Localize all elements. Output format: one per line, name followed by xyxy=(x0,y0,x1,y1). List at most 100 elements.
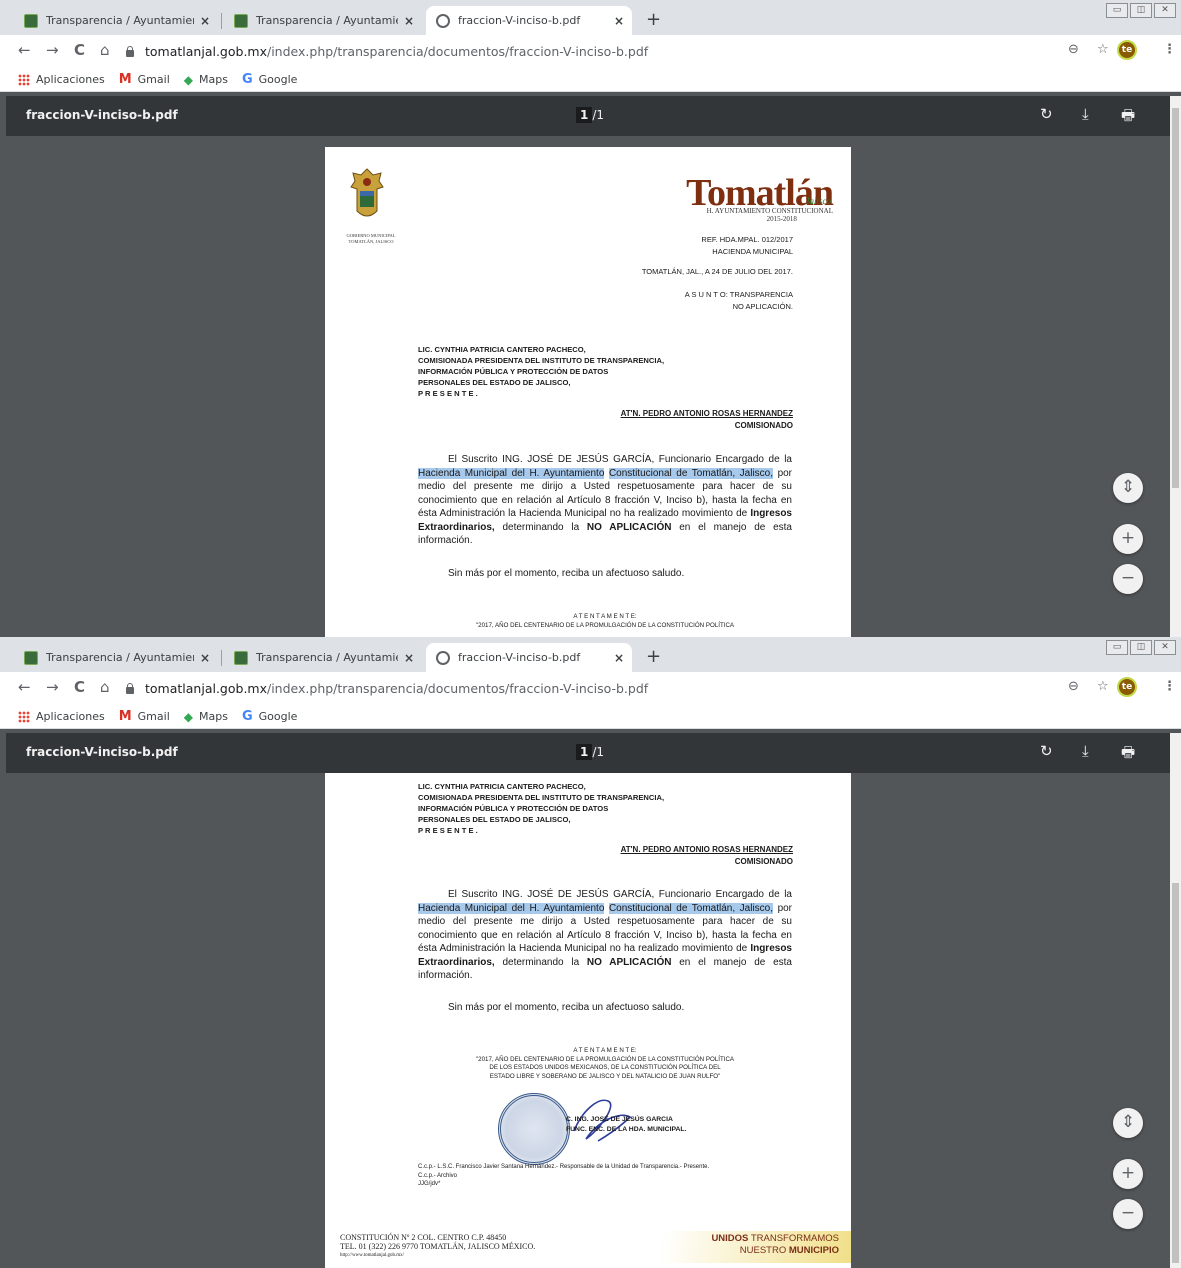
tab-transparencia-1[interactable]: Transparencia / Ayuntamiento de × xyxy=(14,643,218,672)
footer-address: CONSTITUCIÓN Nº 2 COL. CENTRO C.P. 48450… xyxy=(340,1233,536,1258)
star-icon[interactable]: ☆ xyxy=(1097,679,1109,694)
closing-line: Sin más por el momento, reciba un afectu… xyxy=(448,568,685,579)
back-button[interactable]: ← xyxy=(18,678,31,696)
tab-strip: Transparencia / Ayuntamiento de × Transp… xyxy=(0,637,1181,672)
bookmark-maps[interactable]: ◆ Maps xyxy=(184,73,228,87)
atentamente-block: A T E N T A M E N T E: "2017, AÑO DEL CEN… xyxy=(475,1047,735,1080)
address-bar[interactable]: tomatlanjal.gob.mx/index.php/transparenc… xyxy=(125,39,1085,64)
apps-icon xyxy=(18,73,30,86)
bookmark-gmail[interactable]: M Gmail xyxy=(119,709,170,724)
browser-window-top: Transparencia / Ayuntamiento de × Transp… xyxy=(0,0,1181,637)
close-window-button[interactable]: ✕ xyxy=(1154,640,1176,655)
home-button[interactable]: ⌂ xyxy=(100,678,110,696)
close-tab-icon[interactable]: × xyxy=(404,651,414,665)
tab-pdf-active[interactable]: fraccion-V-inciso-b.pdf × xyxy=(426,6,632,35)
document-date: TOMATLÁN, JAL., A 24 DE JULIO DEL 2017. xyxy=(641,267,793,276)
tab-transparencia-2[interactable]: Transparencia / Ayuntamiento de × xyxy=(224,6,422,35)
official-seal-stamp xyxy=(498,1093,570,1165)
pdf-viewport[interactable]: LIC. CYNTHIA PATRICIA CANTERO PACHECO, CO… xyxy=(6,773,1170,1268)
back-button[interactable]: ← xyxy=(18,41,31,59)
maximize-button[interactable]: ◫ xyxy=(1130,640,1152,655)
maps-icon: ◆ xyxy=(183,72,193,87)
municipality-favicon-icon xyxy=(24,650,38,665)
bookmark-gmail[interactable]: M Gmail xyxy=(119,72,170,87)
reference: REF. HDA.MPAL. 012/2017 xyxy=(701,235,793,244)
close-tab-icon[interactable]: × xyxy=(404,14,414,28)
globe-favicon-icon xyxy=(436,650,450,665)
print-icon[interactable]: 🖶 xyxy=(1121,105,1135,130)
letter-body: El Suscrito ING. JOSÉ DE JESÚS GARCÍA, F… xyxy=(418,889,793,981)
rotate-icon[interactable]: ↻ xyxy=(1040,742,1053,760)
rotate-icon[interactable]: ↻ xyxy=(1040,105,1053,123)
reload-button[interactable]: C xyxy=(74,41,85,59)
maximize-button[interactable]: ◫ xyxy=(1130,3,1152,18)
minimize-button[interactable]: ▭ xyxy=(1106,640,1128,655)
tab-transparencia-1[interactable]: Transparencia / Ayuntamiento de × xyxy=(14,6,218,35)
municipal-crest-logo xyxy=(347,167,387,223)
profile-avatar[interactable]: te xyxy=(1117,40,1137,60)
menu-icon[interactable]: ⋮ xyxy=(1163,679,1176,694)
zoom-in-button[interactable]: + xyxy=(1113,1159,1143,1189)
municipality-favicon-icon xyxy=(24,13,38,28)
zoom-in-button[interactable]: + xyxy=(1113,524,1143,554)
profile-avatar[interactable]: te xyxy=(1117,677,1137,697)
minimize-button[interactable]: ▭ xyxy=(1106,3,1128,18)
signatory: C. ING. JOSÉ DE JESÚS GARCIA FUNC. ENC. D… xyxy=(566,1116,687,1133)
home-button[interactable]: ⌂ xyxy=(100,41,110,59)
browser-toolbar: ← → C ⌂ tomatlanjal.gob.mx/index.php/tra… xyxy=(0,35,1181,68)
fit-page-button[interactable]: ⇕ xyxy=(1113,1108,1143,1138)
tab-strip: Transparencia / Ayuntamiento de × Transp… xyxy=(0,0,1181,35)
copies-list: C.c.p.- L.S.C. Francisco Javier Santana … xyxy=(418,1164,710,1187)
zoom-out-button[interactable]: − xyxy=(1113,1199,1143,1229)
bookmark-apps[interactable]: Aplicaciones xyxy=(18,73,105,86)
forward-button[interactable]: → xyxy=(46,41,59,59)
pdf-toolbar: fraccion-V-inciso-b.pdf 1/1 ↻ ⤓ 🖶 xyxy=(6,733,1170,773)
tab-transparencia-2[interactable]: Transparencia / Ayuntamiento de × xyxy=(224,643,422,672)
print-icon[interactable]: 🖶 xyxy=(1121,742,1135,767)
bookmarks-bar: Aplicaciones M Gmail ◆ Maps G Google xyxy=(0,68,1181,92)
pdf-page: LIC. CYNTHIA PATRICIA CANTERO PACHECO, CO… xyxy=(325,773,851,1268)
tab-pdf-active[interactable]: fraccion-V-inciso-b.pdf × xyxy=(426,643,632,672)
new-tab-button[interactable]: + xyxy=(646,9,661,30)
google-icon: G xyxy=(241,709,253,724)
zoom-icon[interactable]: ⊖ xyxy=(1068,679,1079,694)
bookmark-apps[interactable]: Aplicaciones xyxy=(18,710,105,723)
apps-icon xyxy=(18,710,30,723)
pdf-viewport[interactable]: GOBIERNO MUNICIPAL TOMATLÁN, JALISCO Toma… xyxy=(6,136,1170,637)
star-icon[interactable]: ☆ xyxy=(1097,42,1109,57)
closing-line: Sin más por el momento, reciba un afectu… xyxy=(448,1002,685,1013)
browser-window-bottom: Transparencia / Ayuntamiento de × Transp… xyxy=(0,637,1181,1268)
new-tab-button[interactable]: + xyxy=(646,646,661,667)
pdf-filename: fraccion-V-inciso-b.pdf xyxy=(26,108,178,122)
maps-icon: ◆ xyxy=(183,709,193,724)
globe-favicon-icon xyxy=(436,13,450,28)
close-tab-icon[interactable]: × xyxy=(200,651,210,665)
forward-button[interactable]: → xyxy=(46,678,59,696)
bookmarks-bar: Aplicaciones M Gmail ◆ Maps G Google xyxy=(0,705,1181,729)
pdf-toolbar: fraccion-V-inciso-b.pdf 1/1 ↻ ⤓ 🖶 xyxy=(6,96,1170,136)
close-tab-icon[interactable]: × xyxy=(614,651,624,665)
scrollbar[interactable] xyxy=(1170,733,1181,1268)
close-tab-icon[interactable]: × xyxy=(200,14,210,28)
bookmark-maps[interactable]: ◆ Maps xyxy=(184,710,228,724)
browser-toolbar: ← → C ⌂ tomatlanjal.gob.mx/index.php/tra… xyxy=(0,672,1181,705)
window-controls: ▭ ◫ ✕ xyxy=(1104,3,1176,18)
close-tab-icon[interactable]: × xyxy=(614,14,624,28)
address-bar[interactable]: tomatlanjal.gob.mx/index.php/transparenc… xyxy=(125,676,1085,701)
scrollbar[interactable] xyxy=(1170,96,1181,637)
reload-button[interactable]: C xyxy=(74,678,85,696)
zoom-icon[interactable]: ⊖ xyxy=(1068,42,1079,57)
fit-page-button[interactable]: ⇕ xyxy=(1113,473,1143,503)
menu-icon[interactable]: ⋮ xyxy=(1163,42,1176,57)
bookmark-google[interactable]: G Google xyxy=(242,709,297,724)
close-window-button[interactable]: ✕ xyxy=(1154,3,1176,18)
download-icon[interactable]: ⤓ xyxy=(1082,105,1089,123)
download-icon[interactable]: ⤓ xyxy=(1082,742,1089,760)
zoom-out-button[interactable]: − xyxy=(1113,564,1143,594)
bookmark-google[interactable]: G Google xyxy=(242,72,297,87)
footer-slogan: UNIDOS TRANSFORMAMOS NUESTRO MUNICIPIO xyxy=(711,1233,839,1256)
lock-icon xyxy=(125,683,135,694)
municipality-favicon-icon xyxy=(234,13,248,28)
page-indicator: 1/1 xyxy=(576,744,604,760)
municipality-favicon-icon xyxy=(234,650,248,665)
